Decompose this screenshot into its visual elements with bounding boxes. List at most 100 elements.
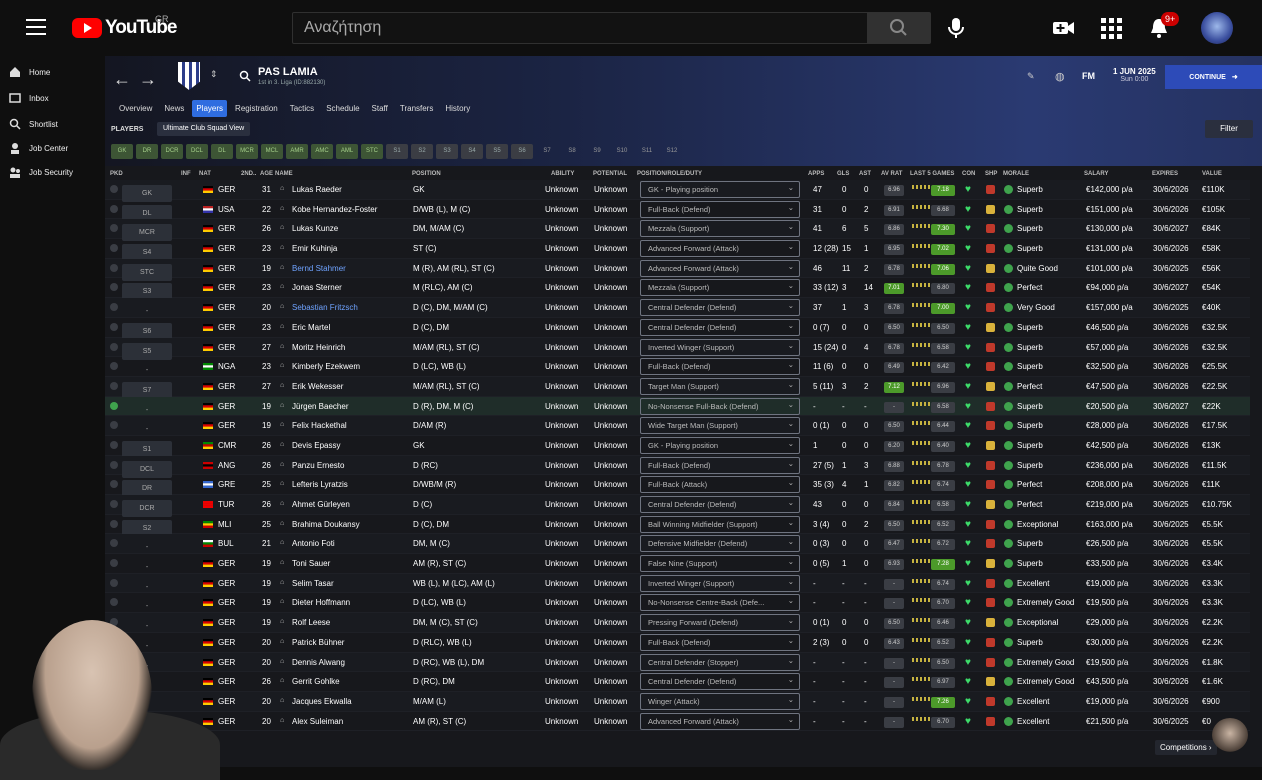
- table-row[interactable]: S3 GER 23 ⌂ Jonas Sterner M (RLC), AM (C) Unkn…: [105, 278, 1250, 301]
- table-row[interactable]: DL USA 22 ⌂ Kobe Hernandez-Foster D/WB (L), M…: [105, 200, 1250, 222]
- pick-checkbox[interactable]: [110, 440, 118, 449]
- position-filter-s8[interactable]: S8: [561, 144, 583, 159]
- tab-schedule[interactable]: Schedule: [322, 100, 363, 117]
- pick-checkbox[interactable]: [110, 362, 118, 371]
- table-row[interactable]: S1 CMR 26 ⌂ Devis Epassy GK Unknown Unknown GK -…: [105, 436, 1250, 458]
- table-row[interactable]: -GER20⌂Jacques EkwallaM/AM (L)UnknownUnk…: [105, 691, 1250, 712]
- edit-icon[interactable]: ✎: [1027, 71, 1035, 82]
- column-ability[interactable]: ABILITY: [551, 171, 574, 177]
- position-filter-s11[interactable]: S11: [636, 144, 658, 159]
- column-name[interactable]: NAME: [275, 171, 293, 177]
- player-name[interactable]: Eric Martel: [292, 323, 330, 332]
- role-duty-select[interactable]: Full-Back (Defend): [640, 200, 800, 218]
- column-condition[interactable]: CON: [962, 171, 975, 177]
- table-row[interactable]: - GER 19 ⌂ Felix Hackethal D/AM (R) Unknown Unk…: [105, 416, 1250, 436]
- pick-checkbox[interactable]: [110, 283, 118, 292]
- pick-checkbox[interactable]: [110, 185, 118, 193]
- position-filter-s3[interactable]: S3: [436, 144, 458, 159]
- table-row[interactable]: -GER20⌂Dennis AlwangD (RC), WB (L), DMUn…: [105, 652, 1250, 673]
- view-selector[interactable]: Ultimate Club Squad View: [157, 122, 251, 136]
- tab-news[interactable]: News: [160, 100, 188, 117]
- tab-registration[interactable]: Registration: [231, 100, 282, 117]
- globe-icon[interactable]: ◍: [1055, 70, 1065, 83]
- role-duty-select[interactable]: GK - Playing position: [640, 180, 800, 198]
- pick-checkbox[interactable]: [110, 519, 118, 528]
- player-name[interactable]: Alex Suleiman: [292, 717, 343, 726]
- table-row[interactable]: DCL ANG 26 ⌂ Panzu Ernesto D (RC) Unknown Unkno…: [105, 455, 1250, 478]
- create-video-icon[interactable]: [1051, 16, 1075, 40]
- role-duty-select[interactable]: No-Nonsense Centre-Back (Defe...: [640, 593, 800, 612]
- role-duty-select[interactable]: Central Defender (Defend): [640, 672, 800, 691]
- player-name[interactable]: Dennis Alwang: [292, 658, 345, 667]
- position-filter-mcl[interactable]: MCL: [261, 144, 283, 159]
- search-input[interactable]: Αναζήτηση: [292, 12, 868, 44]
- table-row[interactable]: STC GER 19 ⌂ Bernd Stahmer M (R), AM (RL), ST…: [105, 258, 1250, 281]
- role-duty-select[interactable]: Full-Back (Defend): [640, 357, 800, 376]
- table-row[interactable]: MCR GER 26 ⌂ Lukas Kunze DM, M/AM (C) Unknown U…: [105, 219, 1250, 242]
- role-duty-select[interactable]: Central Defender (Defend): [640, 298, 800, 317]
- role-duty-select[interactable]: Full-Back (Defend): [640, 456, 800, 474]
- player-name[interactable]: Kimberly Ezekwem: [292, 362, 360, 371]
- player-name[interactable]: Brahima Doukansy: [292, 520, 360, 529]
- position-filter-gk[interactable]: GK: [111, 144, 133, 159]
- table-row[interactable]: - GER 20 ⌂ Sebastian Fritzsch D (C), DM, M/AM…: [105, 298, 1250, 318]
- player-name[interactable]: Erik Wekesser: [292, 382, 343, 391]
- role-duty-select[interactable]: Defensive Midfielder (Defend): [640, 534, 800, 553]
- table-row[interactable]: S4 GER 23 ⌂ Emir Kuhinja ST (C) Unknown Unknown…: [105, 239, 1250, 262]
- role-duty-select[interactable]: Inverted Winger (Support): [640, 574, 800, 592]
- forward-arrow-icon[interactable]: →: [139, 69, 157, 90]
- fm-menu[interactable]: FM: [1082, 71, 1095, 81]
- table-row[interactable]: DR GRE 25 ⌂ Lefteris Lyratzis D/WB/M (R) Unkno…: [105, 475, 1250, 498]
- column-last-5-games[interactable]: LAST 5 GAMES: [910, 171, 954, 177]
- position-filter-amr[interactable]: AMR: [286, 144, 308, 159]
- player-name[interactable]: Gerrit Gohlke: [292, 677, 340, 686]
- apps-grid-icon[interactable]: [1099, 16, 1123, 40]
- player-name[interactable]: Ahmet Gürleyen: [292, 500, 350, 509]
- table-row[interactable]: GK GER 31 ⌂ Lukas Raeder GK Unknown Unknown GK -…: [105, 180, 1250, 202]
- table-row[interactable]: S7 GER 27 ⌂ Erik Wekesser M/AM (RL), ST (C) Un…: [105, 376, 1250, 399]
- tab-tactics[interactable]: Tactics: [286, 100, 318, 117]
- sidebar-item-shortlist[interactable]: Shortlist: [9, 114, 58, 134]
- pick-checkbox[interactable]: [110, 460, 118, 469]
- role-duty-select[interactable]: Target Man (Support): [640, 377, 800, 395]
- filter-button[interactable]: Filter: [1205, 120, 1253, 138]
- role-duty-select[interactable]: GK - Playing position: [640, 436, 800, 454]
- club-switch-icon[interactable]: ⇕: [210, 69, 218, 80]
- column-goals[interactable]: GLS: [837, 171, 849, 177]
- player-name[interactable]: Jonas Sterner: [292, 283, 342, 292]
- position-filter-s7[interactable]: S7: [536, 144, 558, 159]
- column-apps[interactable]: APPS: [808, 171, 824, 177]
- menu-icon[interactable]: [26, 19, 46, 35]
- position-filter-mcr[interactable]: MCR: [236, 144, 258, 159]
- column-second-nationality[interactable]: 2ND..: [241, 171, 256, 177]
- role-duty-select[interactable]: Central Defender (Defend): [640, 318, 800, 336]
- role-duty-select[interactable]: Pressing Forward (Defend): [640, 613, 800, 632]
- player-name[interactable]: Dieter Hoffmann: [292, 598, 350, 607]
- column-sharpness[interactable]: SHP: [985, 171, 997, 177]
- position-filter-s6[interactable]: S6: [511, 144, 533, 159]
- pick-checkbox[interactable]: [110, 263, 118, 272]
- table-row[interactable]: - GER 19 ⌂ Dieter Hoffmann D (LC), WB (L) Unkn…: [105, 593, 1250, 614]
- pick-checkbox[interactable]: [110, 401, 118, 410]
- pick-checkbox[interactable]: [110, 421, 118, 430]
- role-duty-select[interactable]: Inverted Winger (Support): [640, 338, 800, 356]
- position-filter-s4[interactable]: S4: [461, 144, 483, 159]
- column-role[interactable]: POSITION/ROLE/DUTY: [637, 171, 702, 177]
- table-row[interactable]: S6 GER 23 ⌂ Eric Martel D (C), DM Unknown Unkno…: [105, 318, 1250, 340]
- back-arrow-icon[interactable]: ←: [113, 69, 131, 90]
- role-duty-select[interactable]: Wide Target Man (Support): [640, 416, 800, 435]
- role-duty-select[interactable]: Advanced Forward (Attack): [640, 239, 800, 258]
- column-inf[interactable]: INF: [181, 171, 191, 177]
- position-filter-s2[interactable]: S2: [411, 144, 433, 159]
- player-name[interactable]: Felix Hackethal: [292, 421, 347, 430]
- tab-overview[interactable]: Overview: [115, 100, 156, 117]
- role-duty-select[interactable]: Winger (Attack): [640, 692, 800, 710]
- player-name[interactable]: Sebastian Fritzsch: [292, 303, 358, 312]
- position-filter-s12[interactable]: S12: [661, 144, 683, 159]
- tab-history[interactable]: History: [441, 100, 474, 117]
- table-row[interactable]: - GER 20 ⌂ Patrick Bühner D (RLC), WB (L) Unkn…: [105, 633, 1250, 653]
- table-row[interactable]: S5 GER 27 ⌂ Moritz Heinrich M/AM (RL), ST (C)…: [105, 337, 1250, 360]
- sidebar-item-home[interactable]: Home: [9, 62, 50, 82]
- table-row[interactable]: -GER26⌂Gerrit GohlkeD (RC), DMUnknownUnk…: [105, 672, 1250, 692]
- pick-checkbox[interactable]: [110, 539, 118, 548]
